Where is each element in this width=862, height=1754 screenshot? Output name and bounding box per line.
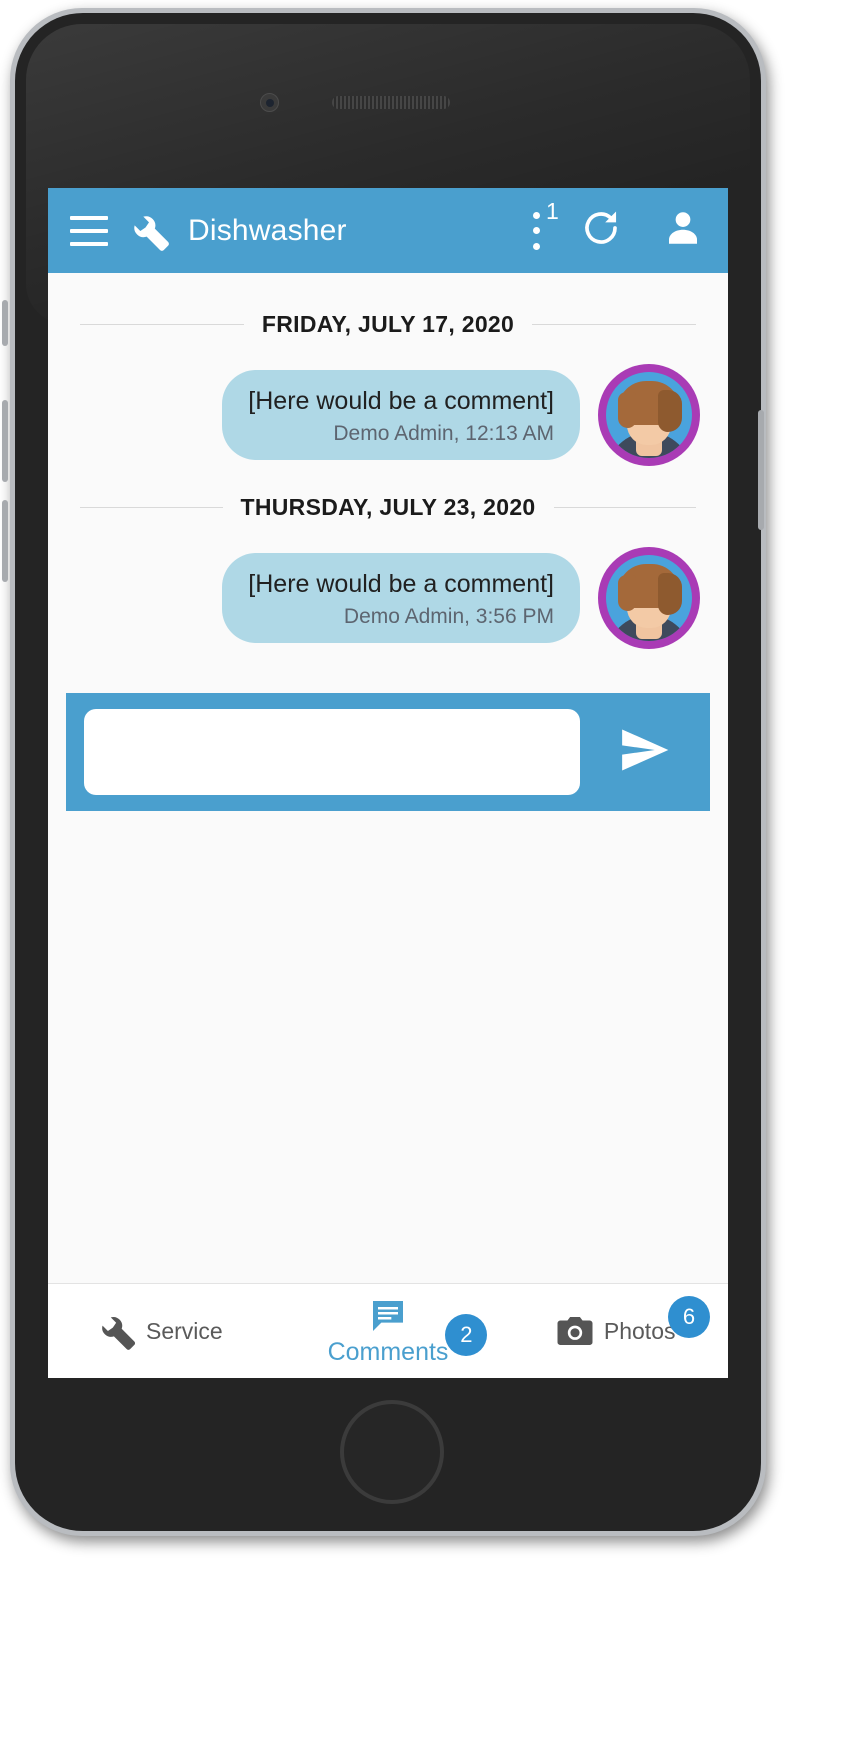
camera-icon — [554, 1310, 596, 1352]
tab-service[interactable]: Service — [48, 1284, 275, 1379]
mute-switch[interactable] — [2, 300, 8, 346]
date-divider-label: FRIDAY, JULY 17, 2020 — [261, 311, 515, 337]
earpiece-speaker-icon — [332, 96, 450, 109]
comment-input[interactable] — [84, 709, 580, 795]
comments-badge: 2 — [445, 1313, 488, 1356]
comment-text: [Here would be a comment] — [248, 387, 554, 415]
avatar-inner — [606, 555, 692, 641]
avatar-hair-side — [618, 392, 636, 428]
app-bar: Dishwasher 1 — [48, 188, 728, 273]
avatar-hair-side — [618, 575, 636, 611]
wrench-icon — [100, 1312, 138, 1350]
overflow-badge: 1 — [546, 197, 559, 224]
bottom-tab-bar: Service Comments 2 Photos 6 — [48, 1283, 728, 1378]
comment-meta: Demo Admin, 12:13 AM — [333, 422, 554, 445]
person-icon — [662, 207, 704, 254]
divider-line-left — [80, 507, 223, 508]
overflow-menu-button[interactable]: 1 — [532, 199, 559, 250]
volume-down-button[interactable] — [2, 500, 8, 582]
power-button[interactable] — [758, 410, 764, 530]
tab-label: Service — [145, 1317, 223, 1344]
photos-badge: 6 — [668, 1295, 711, 1338]
app-screen: Dishwasher 1 FRIDAY, JULY 17, 2020 [Here… — [48, 188, 728, 1378]
home-button[interactable] — [340, 1400, 444, 1504]
kebab-menu-icon — [532, 211, 540, 250]
comment-bubble[interactable]: [Here would be a comment] Demo Admin, 3:… — [222, 553, 580, 643]
avatar[interactable] — [598, 364, 700, 466]
appbar-actions: 1 — [532, 199, 704, 254]
comment-bubble[interactable]: [Here would be a comment] Demo Admin, 12… — [222, 370, 580, 460]
divider-line-left — [80, 324, 244, 325]
wrench-icon — [132, 211, 172, 251]
page-title: Dishwasher — [188, 213, 347, 247]
comment-meta: Demo Admin, 3:56 PM — [343, 605, 554, 628]
refresh-button[interactable] — [580, 207, 622, 254]
comment-composer — [66, 693, 710, 811]
divider-line-right — [532, 324, 696, 325]
date-divider: THURSDAY, JULY 23, 2020 — [48, 466, 728, 521]
comment-text: [Here would be a comment] — [248, 570, 554, 598]
screenshot-stage: Dishwasher 1 FRIDAY, JULY 17, 2020 [Here… — [0, 0, 862, 1754]
refresh-icon — [580, 207, 622, 254]
front-camera-icon — [260, 93, 279, 112]
date-divider: FRIDAY, JULY 17, 2020 — [48, 283, 728, 338]
account-button[interactable] — [662, 207, 704, 254]
hamburger-menu-icon[interactable] — [70, 215, 108, 246]
avatar-hair-back — [658, 390, 682, 432]
date-divider-label: THURSDAY, JULY 23, 2020 — [240, 494, 536, 520]
comment-row[interactable]: [Here would be a comment] Demo Admin, 12… — [48, 338, 728, 466]
avatar-inner — [606, 372, 692, 458]
comment-icon — [368, 1296, 408, 1336]
tab-label: Comments — [327, 1337, 449, 1366]
divider-line-right — [553, 507, 697, 508]
comment-row[interactable]: [Here would be a comment] Demo Admin, 3:… — [48, 521, 728, 649]
volume-up-button[interactable] — [2, 400, 8, 482]
comments-list[interactable]: FRIDAY, JULY 17, 2020 [Here would be a c… — [48, 273, 728, 1293]
avatar-hair-back — [658, 573, 682, 615]
tab-comments[interactable]: Comments 2 — [275, 1284, 502, 1379]
avatar[interactable] — [598, 547, 700, 649]
send-button[interactable] — [580, 693, 710, 811]
tab-photos[interactable]: Photos 6 — [501, 1284, 728, 1379]
send-icon — [617, 722, 673, 783]
tab-label: Photos — [603, 1317, 676, 1344]
